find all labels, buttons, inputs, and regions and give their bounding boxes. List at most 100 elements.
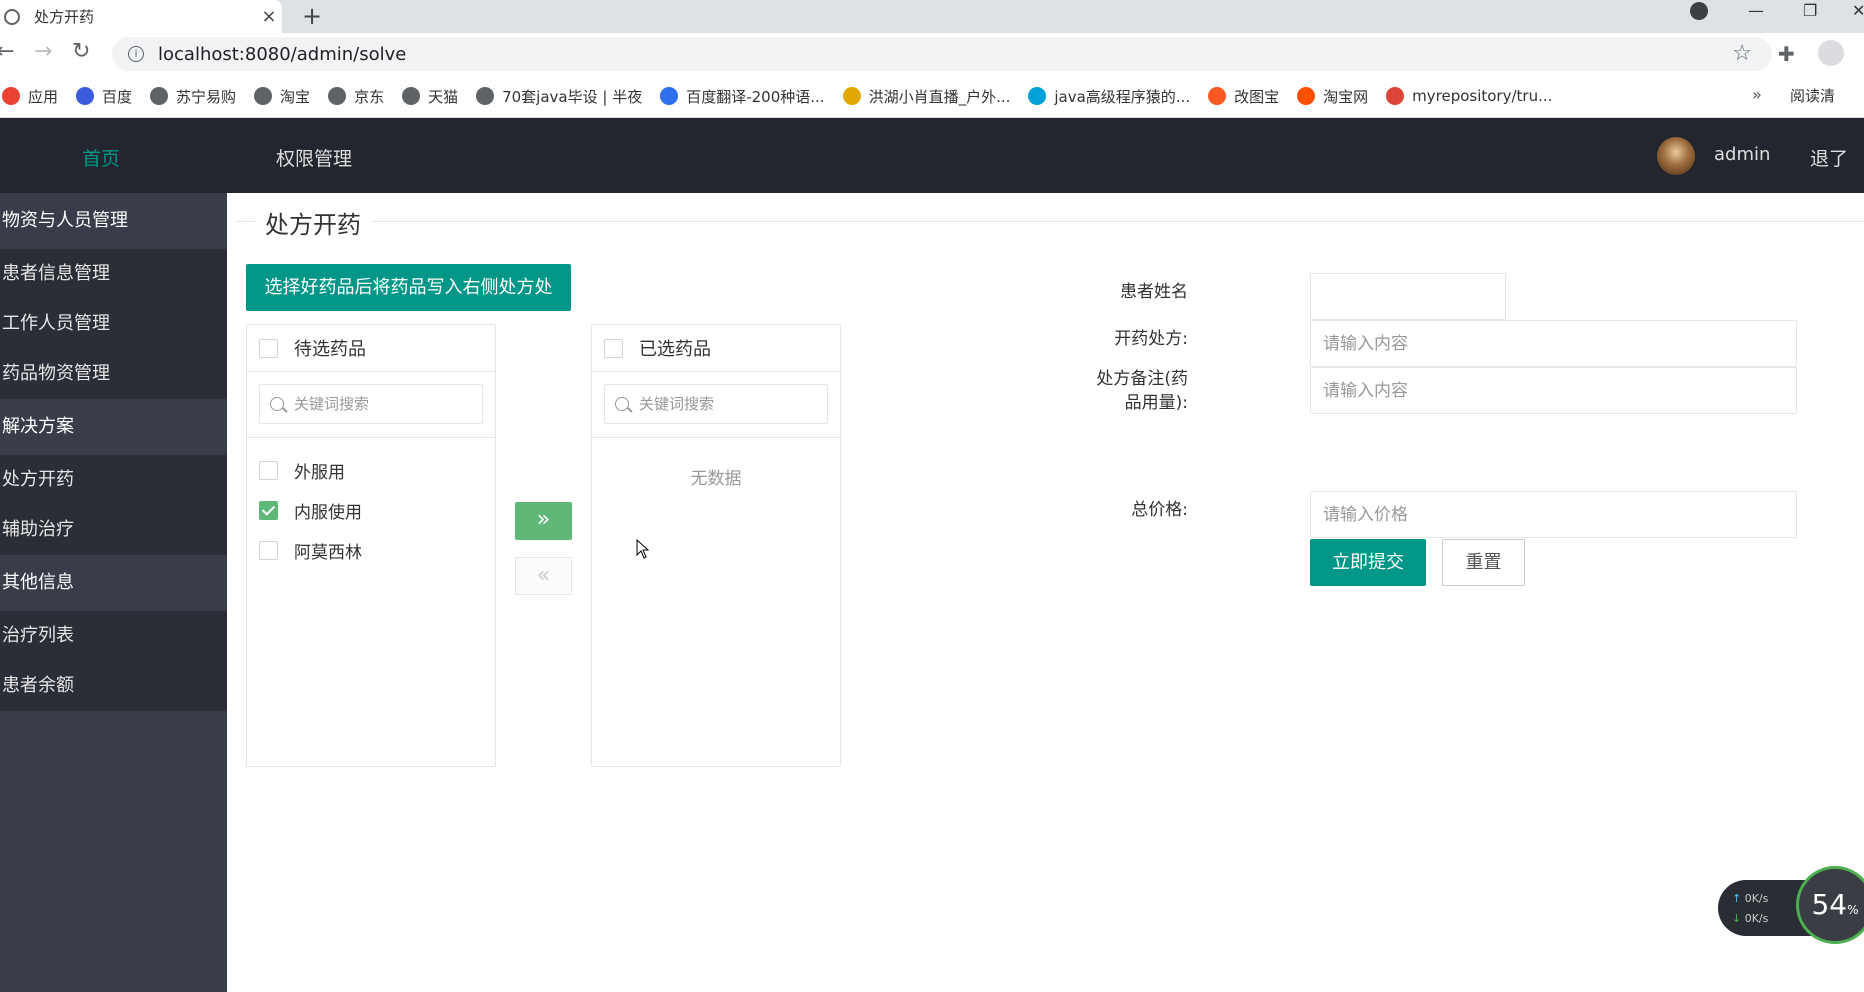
bookmark-favicon-icon <box>1386 87 1405 105</box>
page-title: 处方开药 <box>255 205 371 240</box>
bookmark-favicon-icon <box>1028 87 1047 105</box>
search-icon <box>270 397 284 411</box>
bookmark-item[interactable]: myrepository/tru... <box>1386 87 1552 105</box>
sidebar-group-solutions[interactable]: 解决方案 <box>0 399 227 455</box>
bookmark-favicon-icon <box>2 87 20 105</box>
bookmark-label: 应用 <box>28 87 59 106</box>
transfer-target-panel: 已选药品 无数据 <box>591 324 841 767</box>
sidebar-item-prescription[interactable]: 处方开药 <box>0 455 227 505</box>
close-window-icon[interactable]: ✕ <box>1852 0 1864 28</box>
bookmark-label: 苏宁易购 <box>176 87 237 106</box>
item-checkbox[interactable] <box>259 460 278 480</box>
remark-input[interactable] <box>1310 367 1797 414</box>
bookmark-item[interactable]: java高级程序猿的... <box>1028 86 1190 107</box>
bookmark-favicon-icon <box>76 87 95 105</box>
restore-icon[interactable]: ❐ <box>1803 0 1817 28</box>
hint-button[interactable]: 选择好药品后将药品写入右侧处方处 <box>246 264 571 311</box>
nav-home[interactable]: 首页 <box>82 144 120 171</box>
reset-button[interactable]: 重置 <box>1442 539 1525 586</box>
browser-tabstrip: 处方开药 × + — ❐ ✕ <box>0 0 1864 33</box>
username[interactable]: admin <box>1714 144 1770 165</box>
bookmark-item[interactable]: 百度 <box>76 86 132 107</box>
source-select-all-checkbox[interactable] <box>259 338 278 358</box>
bookmark-item[interactable]: 苏宁易购 <box>150 86 236 107</box>
avatar[interactable] <box>1657 137 1695 175</box>
bookmark-item[interactable]: 改图宝 <box>1208 86 1279 107</box>
source-search-box <box>259 384 483 424</box>
search-icon <box>615 397 629 411</box>
sidebar-item-balance[interactable]: 患者余额 <box>0 661 227 711</box>
sidebar-item-therapy[interactable]: 辅助治疗 <box>0 505 227 555</box>
item-checkbox[interactable] <box>259 540 278 560</box>
sidebar-item-patients[interactable]: 患者信息管理 <box>0 249 227 299</box>
bookmark-favicon-icon <box>328 87 347 105</box>
bookmark-favicon-icon <box>842 87 861 105</box>
bookmark-item[interactable]: 淘宝 <box>254 86 310 107</box>
bookmarks-overflow-icon[interactable]: » <box>1752 85 1762 104</box>
prescription-label: 开药处方: <box>1114 329 1188 349</box>
globe-icon <box>4 8 20 25</box>
item-checkbox-checked[interactable] <box>259 500 278 520</box>
sidebar-item-drugs[interactable]: 药品物资管理 <box>0 349 227 399</box>
target-header: 已选药品 <box>592 325 840 372</box>
bookmark-item[interactable]: 京东 <box>328 86 384 107</box>
tab-title: 处方开药 <box>34 8 95 26</box>
price-input[interactable] <box>1310 491 1797 538</box>
logout-link[interactable]: 退了 <box>1810 144 1848 171</box>
bookmark-label: 天猫 <box>428 87 459 106</box>
source-search-input[interactable] <box>294 395 474 413</box>
sidebar-item-treatment-list[interactable]: 治疗列表 <box>0 611 227 661</box>
bookmark-favicon-icon <box>1208 87 1227 105</box>
bookmark-label: 洪湖小肖直播_户外... <box>868 87 1011 106</box>
minimize-icon[interactable]: — <box>1748 0 1764 28</box>
tab-search-icon[interactable] <box>1690 2 1708 20</box>
extensions-icon[interactable]: ✚ <box>1778 42 1795 66</box>
bookmark-item[interactable]: 天猫 <box>402 86 458 107</box>
account-icon[interactable] <box>1818 40 1844 66</box>
tab-close-button[interactable]: × <box>256 6 282 27</box>
bookmark-item[interactable]: 应用 <box>2 86 58 107</box>
bookmark-label: myrepository/tru... <box>1412 87 1553 105</box>
reload-icon[interactable]: ↻ <box>72 39 90 64</box>
upload-arrow-icon: ↑ <box>1732 892 1742 905</box>
back-icon[interactable]: ← <box>0 39 14 64</box>
bookmark-favicon-icon <box>402 87 421 105</box>
bookmark-favicon-icon <box>150 87 169 105</box>
bookmark-favicon-icon <box>1297 87 1316 105</box>
browser-tab[interactable]: 处方开药 × <box>0 0 282 33</box>
target-select-all-checkbox[interactable] <box>604 338 623 358</box>
bookmark-label: java高级程序猿的... <box>1054 87 1191 106</box>
bookmark-item[interactable]: 淘宝网 <box>1297 86 1368 107</box>
remark-label-line2: 品用量): <box>1124 393 1188 413</box>
memory-gauge[interactable]: 54% <box>1796 866 1864 944</box>
list-item[interactable]: 内服使用 <box>247 490 495 530</box>
list-item[interactable]: 阿莫西林 <box>247 530 495 570</box>
submit-button[interactable]: 立即提交 <box>1310 539 1426 586</box>
remark-label-line1: 处方备注(药 <box>1096 369 1188 389</box>
sidebar-item-staff[interactable]: 工作人员管理 <box>0 299 227 349</box>
move-left-button[interactable]: « <box>515 557 572 595</box>
new-tab-button[interactable]: + <box>302 0 322 33</box>
browser-toolbar: ← → ↻ i localhost:8080/admin/solve ☆ <box>0 33 1864 75</box>
target-search-input[interactable] <box>639 395 819 413</box>
transfer-source-panel: 待选药品 外服用 内服使用 阿莫西林 <box>246 324 496 767</box>
site-info-icon[interactable]: i <box>128 46 144 62</box>
upload-speed: ↑ 0K/s <box>1732 892 1769 905</box>
item-label: 外服用 <box>294 462 345 483</box>
patient-name-input[interactable] <box>1310 273 1506 320</box>
list-item[interactable]: 外服用 <box>247 450 495 490</box>
sidebar-group-other[interactable]: 其他信息 <box>0 555 227 611</box>
prescription-input[interactable] <box>1310 320 1797 367</box>
target-title: 已选药品 <box>639 339 711 360</box>
forward-icon[interactable]: → <box>34 39 52 64</box>
move-right-button[interactable]: » <box>515 502 572 540</box>
nav-permission[interactable]: 权限管理 <box>276 144 352 171</box>
sidebar-group-resources[interactable]: 物资与人员管理 <box>0 193 227 249</box>
bookmark-item[interactable]: 70套java毕设 | 半夜 <box>476 86 642 107</box>
reading-list[interactable]: 阅读清 <box>1790 85 1835 106</box>
bookmark-label: 京东 <box>354 87 385 106</box>
address-bar[interactable]: i localhost:8080/admin/solve ☆ <box>112 37 1772 71</box>
bookmark-star-icon[interactable]: ☆ <box>1732 41 1752 66</box>
bookmark-item[interactable]: 百度翻译-200种语... <box>660 86 825 107</box>
bookmark-item[interactable]: 洪湖小肖直播_户外... <box>842 86 1011 107</box>
